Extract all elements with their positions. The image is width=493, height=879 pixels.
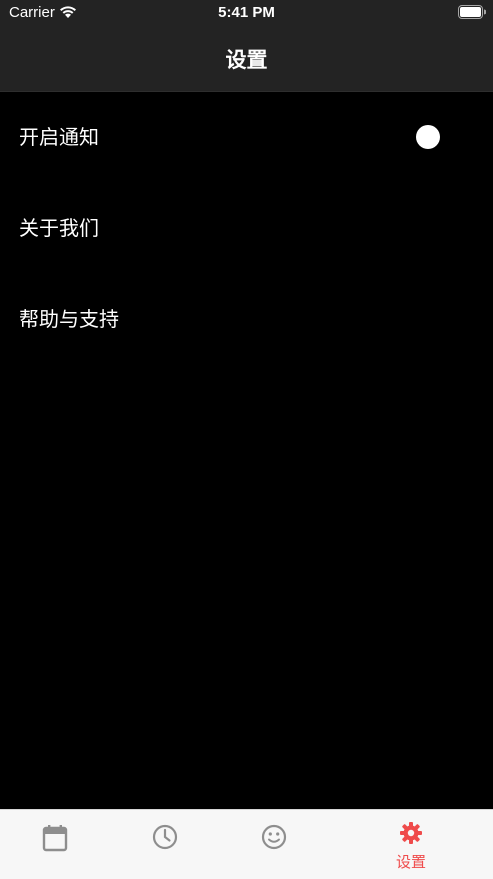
settings-screen: Carrier 5:41 PM 设置 开启通知 关于我们 帮助与支持 设置 [0,0,493,879]
notifications-toggle[interactable] [416,125,440,149]
settings-row-help-support[interactable]: 帮助与支持 [0,274,493,365]
tab-bar: 设置 [0,809,493,879]
settings-row-about-us[interactable]: 关于我们 [0,183,493,274]
settings-row-label: 帮助与支持 [19,307,119,331]
status-bar: Carrier 5:41 PM [0,0,493,26]
top-bar: Carrier 5:41 PM 设置 [0,0,493,92]
settings-row-notifications[interactable]: 开启通知 [0,92,493,183]
settings-row-label: 关于我们 [19,216,99,240]
tab-settings-label: 设置 [395,853,426,871]
smiley-icon [261,824,287,850]
clock-icon [152,824,178,850]
calendar-icon [42,825,68,852]
tab-smiley[interactable] [219,810,329,879]
gear-icon [400,822,422,844]
settings-row-label: 开启通知 [19,125,99,149]
status-time: 5:41 PM [218,4,275,21]
page-title: 设置 [225,48,268,72]
tab-calendar[interactable] [0,810,110,879]
tab-settings[interactable]: 设置 [356,810,466,879]
tab-clock[interactable] [110,810,220,879]
battery-icon [458,5,486,19]
settings-list: 开启通知 关于我们 帮助与支持 [0,92,493,365]
